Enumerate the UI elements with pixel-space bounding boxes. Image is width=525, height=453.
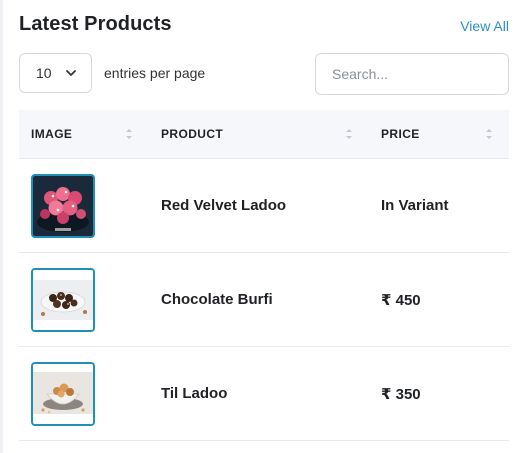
- page-edge-divider: [0, 0, 3, 453]
- view-all-link[interactable]: View All: [460, 18, 509, 34]
- product-thumbnail[interactable]: [31, 268, 95, 332]
- latest-products-card: Latest Products View All 10 entries per …: [19, 0, 509, 453]
- sort-icon[interactable]: [485, 127, 493, 141]
- column-header-product[interactable]: PRODUCT: [161, 110, 223, 158]
- column-header-price[interactable]: PRICE: [381, 110, 420, 158]
- product-name: Til Ladoo: [161, 385, 228, 402]
- chevron-down-icon: [66, 70, 76, 76]
- red-velvet-ladoo-photo: [33, 176, 93, 236]
- table-row[interactable]: Til Ladoo ₹ 350: [19, 347, 509, 441]
- product-name: Red Velvet Ladoo: [161, 197, 287, 214]
- sort-icon[interactable]: [125, 127, 133, 141]
- til-ladoo-photo: [33, 364, 93, 424]
- product-thumbnail[interactable]: [31, 174, 95, 238]
- search-input[interactable]: [315, 53, 509, 95]
- product-price: ₹ 450: [381, 291, 421, 309]
- card-title: Latest Products: [19, 13, 172, 35]
- product-price: In Variant: [381, 197, 449, 214]
- sort-icon[interactable]: [345, 127, 353, 141]
- chocolate-burfi-photo: [33, 270, 93, 330]
- page-size-select[interactable]: 10: [19, 53, 92, 93]
- page-size-value: 10: [36, 65, 52, 81]
- product-thumbnail[interactable]: [31, 362, 95, 426]
- table-header: IMAGE PRODUCT PRICE: [19, 110, 509, 159]
- product-name: Chocolate Burfi: [161, 291, 273, 308]
- product-price: ₹ 350: [381, 385, 421, 403]
- entries-per-page-label: entries per page: [104, 65, 206, 81]
- table-row[interactable]: Red Velvet Ladoo In Variant: [19, 159, 509, 253]
- table-row[interactable]: Chocolate Burfi ₹ 450: [19, 253, 509, 347]
- column-header-image[interactable]: IMAGE: [31, 110, 72, 158]
